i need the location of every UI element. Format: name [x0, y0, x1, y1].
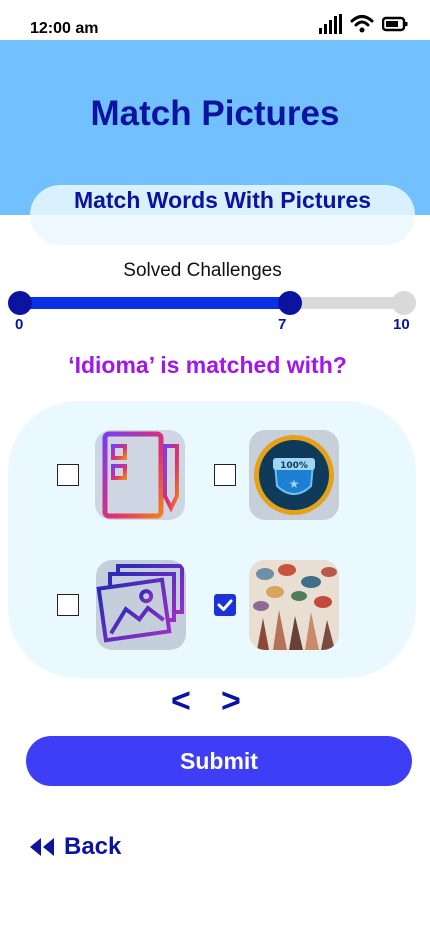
svg-text:★: ★ — [289, 477, 300, 491]
progress-track — [8, 291, 416, 315]
option-4-image[interactable] — [249, 560, 339, 650]
options-card — [8, 401, 416, 678]
subtitle: Match Words With Pictures — [73, 187, 372, 213]
progress-min-label: 0 — [15, 316, 24, 333]
progress-fill — [18, 297, 290, 309]
option-2-image[interactable]: 100% ★ — [249, 430, 339, 520]
option-3-checkbox[interactable] — [57, 594, 79, 616]
battery-icon — [382, 16, 408, 32]
submit-button[interactable]: Submit — [26, 736, 412, 786]
speech-bubbles-people-icon — [249, 560, 339, 650]
progress-start-knob — [8, 291, 32, 315]
option-1-checkbox[interactable] — [57, 464, 79, 486]
progress-max-label: 10 — [393, 316, 410, 333]
status-icons — [318, 14, 408, 34]
progress-current-knob[interactable] — [277, 291, 302, 315]
badge-100-percent-icon: 100% ★ — [254, 435, 334, 515]
signal-icon — [319, 14, 342, 34]
option-3-image[interactable] — [96, 560, 186, 650]
document-pencil-icon — [102, 431, 179, 519]
progress-label: Solved Challenges — [123, 260, 282, 281]
next-arrow-button[interactable]: > — [221, 682, 241, 721]
option-2-checkbox[interactable] — [214, 464, 236, 486]
progress-end-knob — [392, 291, 416, 315]
back-button[interactable]: Back — [28, 830, 121, 864]
status-time: 12:00 am — [30, 20, 99, 37]
back-label: Back — [64, 833, 122, 860]
svg-text:100%: 100% — [280, 461, 308, 471]
double-left-arrow-icon — [30, 838, 54, 856]
page-title: Match Pictures — [90, 94, 340, 133]
checkmark-icon — [217, 599, 233, 611]
question-text: ‘Idioma’ is matched with? — [68, 352, 347, 378]
option-4-checkbox[interactable] — [214, 594, 236, 616]
progress-current-label: 7 — [278, 316, 287, 333]
previous-arrow-button[interactable]: < — [171, 682, 191, 721]
photo-gallery-icon — [96, 564, 184, 643]
option-1-image[interactable] — [95, 430, 185, 520]
status-bar: 12:00 am — [0, 0, 430, 40]
wifi-icon — [350, 15, 374, 33]
